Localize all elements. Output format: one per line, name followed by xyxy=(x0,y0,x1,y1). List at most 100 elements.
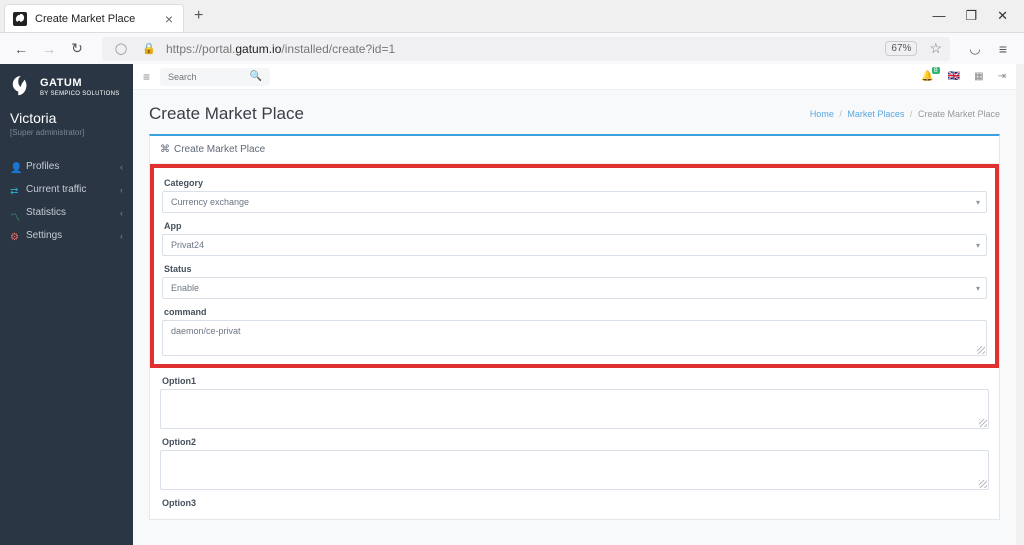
search-box[interactable]: 🔍 xyxy=(160,68,270,86)
chevron-left-icon: ‹ xyxy=(120,185,123,195)
address-bar[interactable]: ◯ 🔒 https://portal.gatum.io/installed/cr… xyxy=(102,37,950,61)
label-option3: Option3 xyxy=(162,498,987,508)
panel-head: ⌘ Create Market Place xyxy=(150,136,999,164)
browser-nav: ← → ↻ ◯ 🔒 https://portal.gatum.io/instal… xyxy=(0,32,1024,64)
chevron-left-icon: ‹ xyxy=(120,208,123,218)
select-category[interactable]: Currency exchange ▾ xyxy=(162,191,987,213)
label-status: Status xyxy=(164,264,985,274)
crumb-home[interactable]: Home xyxy=(810,109,834,119)
chevron-down-icon: ▾ xyxy=(976,241,980,250)
tab-strip: Create Market Place × + — ❐ ✕ xyxy=(0,0,1024,32)
apps-grid-icon[interactable]: ▦ xyxy=(974,71,983,82)
favicon-icon xyxy=(13,12,27,26)
highlighted-region: Category Currency exchange ▾ App Privat2… xyxy=(150,164,999,368)
sidebar-item-label: Current traffic xyxy=(26,184,86,195)
notif-badge: 8 xyxy=(932,67,940,74)
brand-text: GATUM BY SEMPICO SOLUTIONS xyxy=(40,78,120,97)
breadcrumb: Home / Market Places / Create Market Pla… xyxy=(810,109,1000,119)
browser-tab[interactable]: Create Market Place × xyxy=(4,4,184,32)
resize-grip-icon[interactable] xyxy=(979,419,987,427)
app-topbar: ≡ 🔍 🔔8 🇬🇧 ▦ ⇥ xyxy=(133,64,1016,90)
row-app: App Privat24 ▾ xyxy=(162,215,987,258)
search-input[interactable] xyxy=(168,72,248,82)
sidebar-item-settings[interactable]: ⚙ Settings ‹ xyxy=(0,224,133,247)
notifications-icon[interactable]: 🔔8 xyxy=(921,71,933,82)
back-icon[interactable]: ← xyxy=(10,38,32,60)
row-command: command daemon/ce-privat xyxy=(162,301,987,358)
shield-icon: ◯ xyxy=(110,38,132,60)
menu-icon[interactable]: ≡ xyxy=(992,38,1014,60)
label-option2: Option2 xyxy=(162,437,987,447)
textarea-option2[interactable] xyxy=(160,450,989,490)
topbar-actions: 🔔8 🇬🇧 ▦ ⇥ xyxy=(921,71,1006,82)
stats-icon: 〽 xyxy=(10,209,18,217)
close-window-icon[interactable]: ✕ xyxy=(997,8,1008,24)
options-section: Option1 Option2 Option3 xyxy=(150,368,999,519)
url-path: /installed/create?id=1 xyxy=(281,42,395,56)
brand-logo-icon xyxy=(10,76,32,98)
crumb-current: Create Market Place xyxy=(918,109,1000,119)
panel-body: Category Currency exchange ▾ App Privat2… xyxy=(150,164,999,519)
textarea-value: daemon/ce-privat xyxy=(171,326,241,336)
resize-grip-icon[interactable] xyxy=(979,480,987,488)
browser-chrome: Create Market Place × + — ❐ ✕ ← → ↻ ◯ 🔒 … xyxy=(0,0,1024,64)
pocket-icon[interactable]: ◡ xyxy=(964,38,986,60)
link-icon: ⌘ xyxy=(160,144,170,155)
sidebar-item-traffic[interactable]: ⇄ Current traffic ‹ xyxy=(0,178,133,201)
restore-icon[interactable]: ❐ xyxy=(965,8,977,24)
sidebar-toggle-icon[interactable]: ≡ xyxy=(143,70,150,84)
crumb-sep: / xyxy=(907,109,916,119)
zoom-badge[interactable]: 67% xyxy=(885,41,917,56)
bookmark-star-icon[interactable]: ☆ xyxy=(929,40,942,57)
forward-icon[interactable]: → xyxy=(38,38,60,60)
label-option1: Option1 xyxy=(162,376,987,386)
row-option3: Option3 xyxy=(160,492,989,513)
select-value: Currency exchange xyxy=(171,197,249,207)
crumb-marketplaces[interactable]: Market Places xyxy=(847,109,904,119)
brand-sub: BY SEMPICO SOLUTIONS xyxy=(40,91,120,97)
url-domain: gatum.io xyxy=(235,42,281,56)
search-icon[interactable]: 🔍 xyxy=(250,71,262,82)
select-value: Privat24 xyxy=(171,240,204,250)
resize-grip-icon[interactable] xyxy=(977,346,985,354)
select-value: Enable xyxy=(171,283,199,293)
sidebar-item-label: Statistics xyxy=(26,207,66,218)
textarea-option1[interactable] xyxy=(160,389,989,429)
crumb-sep: / xyxy=(836,109,845,119)
label-category: Category xyxy=(164,178,985,188)
row-status: Status Enable ▾ xyxy=(162,258,987,301)
select-app[interactable]: Privat24 ▾ xyxy=(162,234,987,256)
app-viewport: GATUM BY SEMPICO SOLUTIONS Victoria [Sup… xyxy=(0,64,1024,545)
sidebar-item-label: Settings xyxy=(26,230,62,241)
settings-icon: ⚙ xyxy=(10,232,18,240)
panel-title: Create Market Place xyxy=(174,144,265,155)
flag-icon[interactable]: 🇬🇧 xyxy=(948,71,960,82)
chevron-down-icon: ▾ xyxy=(976,284,980,293)
close-tab-icon[interactable]: × xyxy=(163,11,175,27)
label-command: command xyxy=(164,307,985,317)
select-status[interactable]: Enable ▾ xyxy=(162,277,987,299)
reload-icon[interactable]: ↻ xyxy=(66,38,88,60)
row-option1: Option1 xyxy=(160,370,989,431)
label-app: App xyxy=(164,221,985,231)
brand: GATUM BY SEMPICO SOLUTIONS xyxy=(0,72,133,110)
minimize-icon[interactable]: — xyxy=(932,8,945,24)
textarea-command[interactable]: daemon/ce-privat xyxy=(162,320,987,356)
page-header: Create Market Place Home / Market Places… xyxy=(133,90,1016,134)
sidebar-item-stats[interactable]: 〽 Statistics ‹ xyxy=(0,201,133,224)
chevron-down-icon: ▾ xyxy=(976,198,980,207)
new-tab-button[interactable]: + xyxy=(184,7,213,25)
url-pre: https://portal. xyxy=(166,42,235,56)
traffic-icon: ⇄ xyxy=(10,186,18,194)
chevron-left-icon: ‹ xyxy=(120,162,123,172)
chevron-left-icon: ‹ xyxy=(120,231,123,241)
profiles-icon: 👤 xyxy=(10,163,18,171)
brand-name: GATUM xyxy=(40,78,120,89)
logout-icon[interactable]: ⇥ xyxy=(998,71,1006,82)
sidebar-item-profiles[interactable]: 👤 Profiles ‹ xyxy=(0,155,133,178)
url-text: https://portal.gatum.io/installed/create… xyxy=(166,42,395,56)
sidebar-role: [Super administrator] xyxy=(0,128,133,155)
window-controls: — ❐ ✕ xyxy=(932,8,1020,24)
content-scrollbar[interactable] xyxy=(1016,64,1024,545)
form-panel: ⌘ Create Market Place Category Currency … xyxy=(149,134,1000,520)
